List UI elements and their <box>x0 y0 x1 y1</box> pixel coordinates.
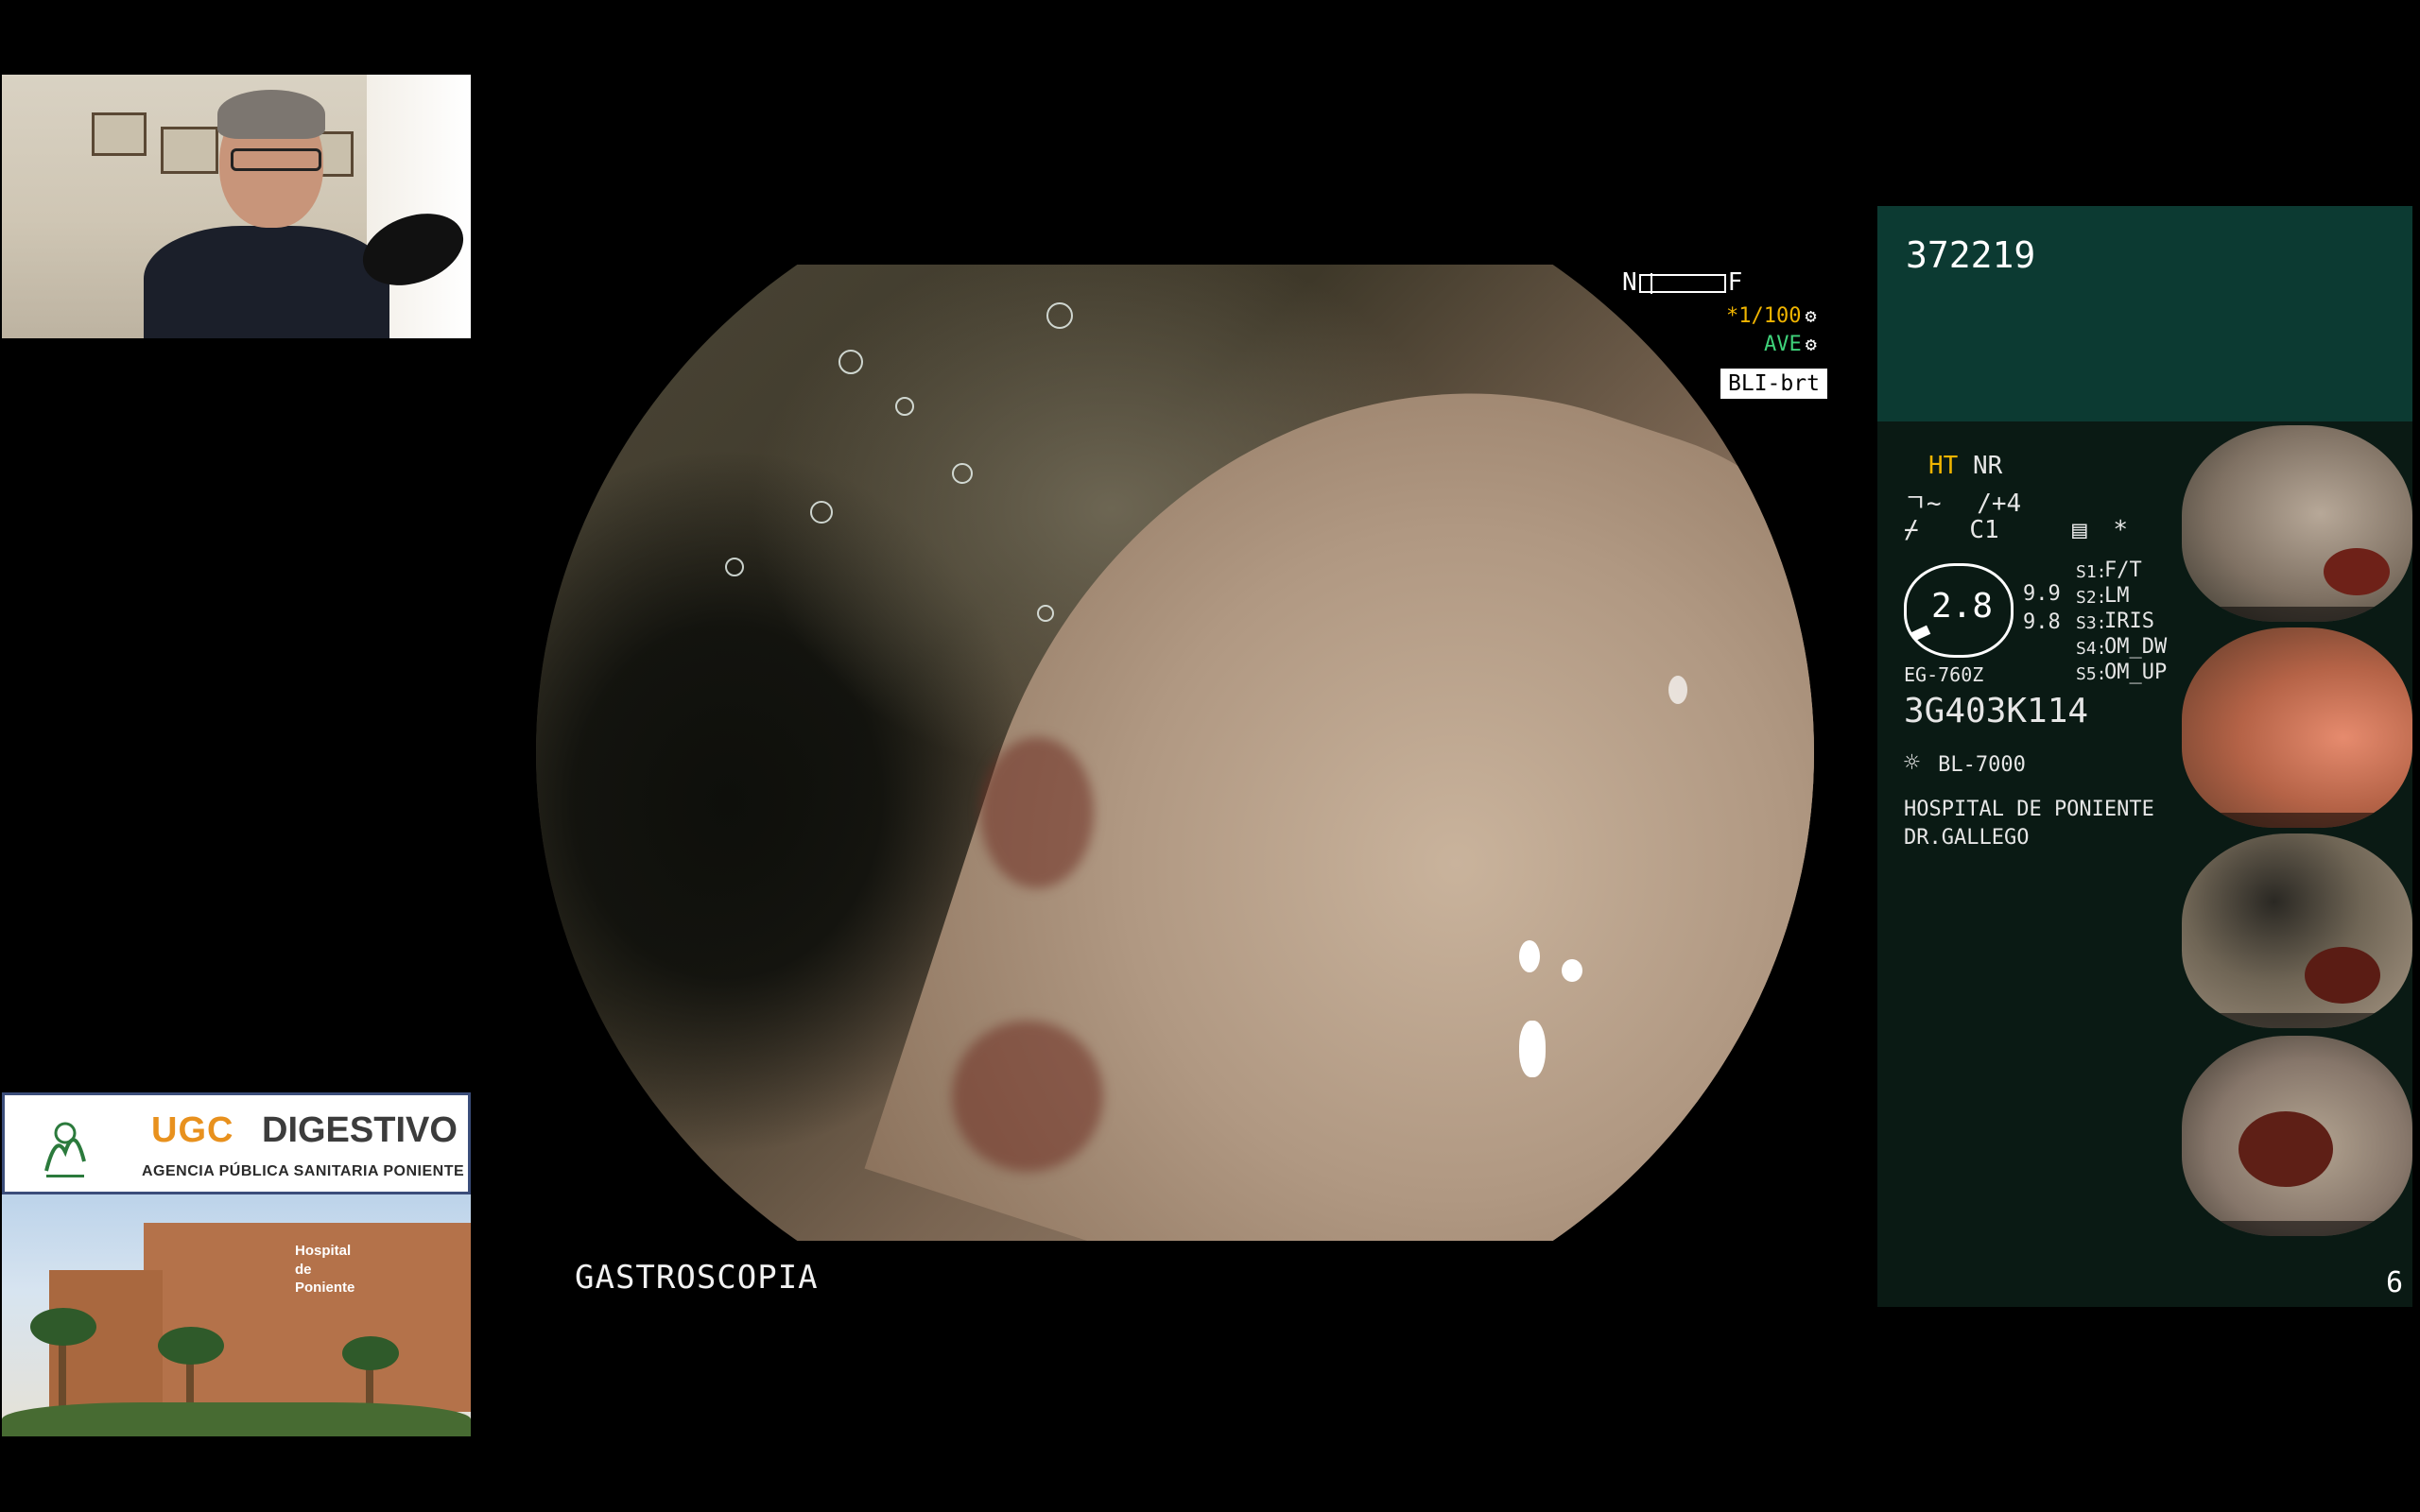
bubble <box>725 558 744 576</box>
s3-label: S3: <box>2076 613 2107 633</box>
bubble <box>1046 302 1073 329</box>
erythema <box>980 737 1094 888</box>
palm-leaves <box>30 1308 96 1346</box>
gauge-sub2: 9.8 <box>2023 610 2061 634</box>
thumbnail-4[interactable] <box>2182 1036 2412 1236</box>
s2-value: LM <box>2104 584 2130 608</box>
shutter-value: *1/100 <box>1726 304 1802 328</box>
ave-mode: AVE ⚙ <box>1764 333 1817 356</box>
hospital-sign: Hospital de Poniente <box>295 1242 354 1297</box>
near-label: N <box>1622 268 1637 297</box>
gauge-sub1: 9.9 <box>2023 582 2061 606</box>
palm-leaves <box>342 1336 399 1370</box>
bubble <box>895 397 914 416</box>
grid-icon: ▤ <box>2072 516 2087 544</box>
patient-id: 372219 <box>1906 234 2036 276</box>
thumbnail-caption <box>2182 1013 2412 1028</box>
hospital-sign-line1: Hospital <box>295 1243 352 1259</box>
thumbnail-2[interactable] <box>2182 627 2412 828</box>
s1-value: F/T <box>2104 558 2142 582</box>
s-values: F/T LM IRIS OM_DW OM_UP <box>2104 558 2167 685</box>
light-glare <box>1562 959 1582 982</box>
thumbnail-lesion <box>2305 947 2380 1004</box>
shutter-speed: *1/100 ⚙ <box>1726 304 1817 328</box>
thumbnail-caption <box>2182 1221 2412 1236</box>
scope-serial: 3G403K114 <box>1904 692 2089 730</box>
doctor-name: DR.GALLEGO <box>1904 826 2030 850</box>
gear-icon: ⚙ <box>1805 304 1817 327</box>
far-label: F <box>1727 268 1743 297</box>
near-far-indicator: NF <box>1622 268 1742 297</box>
gauge-pointer <box>1910 625 1931 642</box>
bubble <box>1037 605 1054 622</box>
digestivo-label: DIGESTIVO <box>262 1110 458 1150</box>
ht-value: NR <box>1972 452 2003 480</box>
bubble <box>810 501 833 524</box>
s2-label: S2: <box>2076 588 2107 608</box>
s4-value: OM_DW <box>2104 635 2168 659</box>
enhance-row: ㄱ~ /+4 <box>1904 484 2021 519</box>
ugc-label: UGC <box>151 1110 234 1150</box>
thumbnail-caption <box>2182 813 2412 828</box>
speaker-glasses <box>231 148 321 171</box>
patient-header: 372219 <box>1877 206 2412 421</box>
grid-indicator: ▤ * <box>2072 516 2128 544</box>
ugc-logo-panel: UGC DIGESTIVO AGENCIA PÚBLICA SANITARIA … <box>2 1092 471 1194</box>
sharpness-icon: ⌿ <box>1904 516 1919 544</box>
scope-model: EG-760Z <box>1904 663 1984 686</box>
speaker-body <box>144 226 389 338</box>
thumbnail-lesion <box>2324 548 2390 595</box>
thumbnail-1[interactable] <box>2182 425 2412 622</box>
shrubs <box>2 1402 471 1436</box>
light-source-row: ☼ BL-7000 <box>1904 747 2026 778</box>
s3-value: IRIS <box>2104 610 2154 633</box>
ave-label: AVE <box>1764 333 1802 356</box>
s4-label: S4: <box>2076 639 2107 659</box>
hospital-name: HOSPITAL DE PONIENTE <box>1904 798 2154 821</box>
s-labels: S1: S2: S3: S4: S5: <box>2076 559 2107 687</box>
gauge-value: 2.8 <box>1931 587 1994 626</box>
hue-icon: ㄱ~ <box>1904 490 1942 518</box>
ht-row: HT NR <box>1928 452 2002 480</box>
junta-emblem-icon <box>44 1122 86 1177</box>
s5-label: S5: <box>2076 664 2107 684</box>
erythema <box>952 1021 1103 1172</box>
light-source: BL-7000 <box>1938 753 2026 777</box>
s5-value: OM_UP <box>2104 661 2168 684</box>
speaker-webcam <box>2 75 471 338</box>
wall-picture <box>161 127 218 174</box>
s1-label: S1: <box>2076 562 2107 582</box>
exam-label: GASTROSCOPIA <box>575 1259 819 1297</box>
page-number: 6 <box>2386 1266 2404 1299</box>
endoscopic-image <box>536 265 1814 1241</box>
thumbnail-lesion <box>2238 1111 2333 1187</box>
bubble <box>952 463 973 484</box>
speaker-hair <box>217 90 325 139</box>
bubble <box>838 350 863 374</box>
hospital-photo: Hospital de Poniente <box>2 1194 471 1436</box>
wall-picture <box>92 112 147 156</box>
light-glare <box>1519 940 1540 972</box>
star-symbol: * <box>2113 516 2128 544</box>
focus-bar <box>1638 272 1726 294</box>
hospital-sign-line3: Poniente <box>295 1280 355 1296</box>
agency-label: AGENCIA PÚBLICA SANITARIA PONIENTE <box>142 1163 465 1179</box>
color-row: ⌿ C1 <box>1904 516 1999 544</box>
zoom-gauge: 2.8 <box>1904 563 2014 658</box>
palm-leaves <box>158 1327 224 1365</box>
thumbnail-3[interactable] <box>2182 833 2412 1028</box>
thumbnail-caption <box>2182 607 2412 622</box>
enhance-value: /+4 <box>1977 490 2022 518</box>
gear-icon: ⚙ <box>1805 333 1817 355</box>
bli-mode-badge: BLI-brt <box>1720 369 1827 399</box>
color-value: C1 <box>1969 516 1999 544</box>
ht-label: HT <box>1928 452 1959 480</box>
hospital-sign-line2: de <box>295 1261 312 1278</box>
light-source-icon: ☼ <box>1904 747 1920 778</box>
light-glare <box>1668 676 1687 704</box>
light-glare <box>1519 1021 1546 1077</box>
